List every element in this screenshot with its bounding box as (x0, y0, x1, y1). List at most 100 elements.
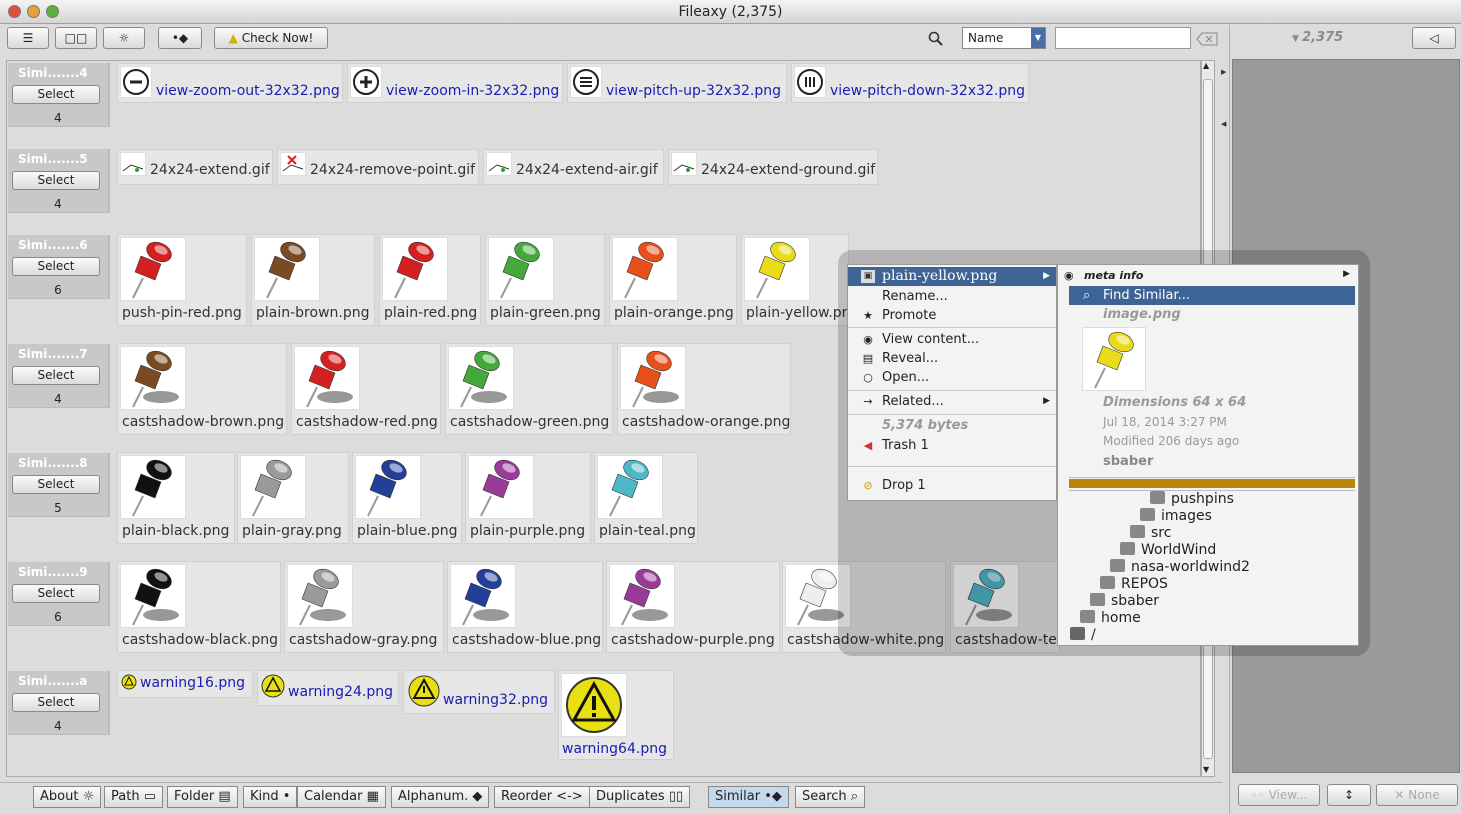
file-item[interactable]: plain-yellow.pn (741, 234, 849, 326)
select-group-button[interactable]: Select (12, 257, 100, 276)
file-item[interactable]: warning32.png (403, 670, 555, 714)
file-item[interactable]: plain-black.png (117, 452, 235, 544)
view-mode-button[interactable]: □□ (55, 27, 97, 49)
zoom-in-icon (350, 66, 382, 98)
tab-about[interactable]: About ☼ (33, 786, 102, 808)
group-count: 4 (54, 719, 62, 733)
find-similar-item[interactable]: ⌕ Find Similar... (1069, 286, 1355, 305)
file-item[interactable]: castshadow-orange.png (617, 343, 791, 435)
file-item[interactable]: plain-blue.png (352, 452, 462, 544)
sort-toggle-button[interactable]: ↕ (1327, 784, 1371, 806)
file-item[interactable]: 24x24-extend.gif (117, 149, 273, 185)
context-menu-header[interactable]: ▣ plain-yellow.png ▶ (848, 267, 1056, 286)
scroll-down-icon[interactable]: ▼ (1203, 765, 1209, 774)
group-title: Simi.......5 (18, 152, 88, 166)
file-item[interactable]: plain-gray.png (237, 452, 349, 544)
file-item[interactable]: castshadow-blue.png (447, 561, 603, 653)
tab-kind[interactable]: Kind • (243, 786, 298, 808)
select-group-button[interactable]: Select (12, 693, 100, 712)
pushpin-preview-icon (1082, 327, 1146, 391)
file-item[interactable]: 24x24-extend-air.gif (483, 149, 664, 185)
folder-icon (1100, 576, 1115, 589)
path-item-sbaber[interactable]: sbaber (1090, 593, 1159, 609)
menu-item-promote[interactable]: ★ Promote (848, 306, 1056, 325)
file-item[interactable]: warning16.png (117, 670, 253, 698)
path-item-nasa-worldwind2[interactable]: nasa-worldwind2 (1110, 559, 1250, 575)
path-item-src[interactable]: src (1130, 525, 1171, 541)
menu-item-reveal[interactable]: ▤ Reveal... (848, 349, 1056, 368)
close-window-button[interactable] (8, 5, 21, 18)
tab-similar[interactable]: Similar •◆ (708, 786, 789, 808)
collapse-pane-button[interactable]: ◁ (1412, 27, 1456, 49)
file-item[interactable]: plain-purple.png (465, 452, 591, 544)
path-item-root[interactable]: / (1070, 627, 1096, 643)
clear-search-icon[interactable] (1196, 32, 1218, 46)
none-button[interactable]: ✕ None (1376, 784, 1458, 806)
menu-item-drop[interactable]: ⊘ Drop 1 (848, 476, 1056, 495)
minimize-window-button[interactable] (27, 5, 40, 18)
file-item[interactable]: castshadow-gray.png (284, 561, 444, 653)
file-item[interactable]: warning24.png (257, 670, 399, 706)
tab-reorder[interactable]: Reorder <-> (494, 786, 590, 808)
file-item[interactable]: 24x24-extend-ground.gif (668, 149, 878, 185)
meta-info-item[interactable]: ◉ meta info (1064, 269, 1143, 282)
file-item[interactable]: castshadow-purple.png (606, 561, 780, 653)
tab-calendar[interactable]: Calendar ▦ (297, 786, 386, 808)
file-item[interactable]: 24x24-remove-point.gif (277, 149, 479, 185)
file-item[interactable]: view-pitch-down-32x32.png (791, 63, 1029, 103)
gear-icon: ☼ (118, 31, 130, 45)
check-now-button[interactable]: ▲ Check Now! (214, 27, 328, 49)
sort-dropdown[interactable]: Name ▼ (962, 27, 1046, 49)
tab-folder[interactable]: Folder ▤ (167, 786, 238, 808)
pushpin-shadow-icon (609, 564, 675, 628)
path-item-worldwind[interactable]: WorldWind (1120, 542, 1216, 558)
file-item[interactable]: view-zoom-out-32x32.png (117, 63, 343, 103)
path-item-repos[interactable]: REPOS (1100, 576, 1168, 592)
select-group-button[interactable]: Select (12, 171, 100, 190)
path-item-home[interactable]: home (1080, 610, 1141, 626)
tab-duplicates[interactable]: Duplicates ▯▯ (589, 786, 691, 808)
menu-item-view-content[interactable]: ◉ View content... (848, 330, 1056, 349)
file-item[interactable]: plain-orange.png (609, 234, 737, 326)
tab-alphanum[interactable]: Alphanum. ◆ (391, 786, 490, 808)
file-item[interactable]: push-pin-red.png (117, 234, 247, 326)
menu-button[interactable]: ☰ (7, 27, 49, 49)
group-title: Simi.......4 (18, 66, 88, 80)
drive-icon: ▭ (143, 789, 156, 804)
file-item[interactable]: castshadow-black.png (117, 561, 281, 653)
warning-icon (561, 673, 627, 737)
tab-search[interactable]: Search ⌕ (795, 786, 866, 808)
file-item[interactable]: view-zoom-in-32x32.png (347, 63, 563, 103)
menu-item-trash[interactable]: ◀ Trash 1 (848, 436, 1056, 455)
file-item[interactable]: plain-brown.png (251, 234, 375, 326)
maximize-window-button[interactable] (46, 5, 59, 18)
file-item[interactable]: castshadow-green.png (445, 343, 613, 435)
search-input[interactable] (1055, 27, 1191, 49)
settings-button[interactable]: ☼ (103, 27, 145, 49)
select-group-button[interactable]: Select (12, 584, 100, 603)
path-item-pushpins[interactable]: pushpins (1150, 491, 1234, 507)
scroll-up-icon[interactable]: ▲ (1203, 61, 1209, 70)
window-title: Fileaxy (2,375) (678, 4, 783, 20)
file-item[interactable]: castshadow-brown.png (117, 343, 287, 435)
file-item[interactable]: view-pitch-up-32x32.png (567, 63, 787, 103)
file-item[interactable]: plain-red.png (379, 234, 481, 326)
drive-icon (1070, 627, 1085, 640)
extend-air-icon (486, 152, 512, 176)
drop-bar[interactable] (1069, 479, 1355, 488)
menu-item-rename[interactable]: Rename... (848, 287, 1056, 306)
path-item-images[interactable]: images (1140, 508, 1212, 524)
file-item[interactable]: castshadow-red.png (291, 343, 441, 435)
tab-path[interactable]: Path ▭ (104, 786, 163, 808)
file-item[interactable]: plain-green.png (485, 234, 605, 326)
select-group-button[interactable]: Select (12, 475, 100, 494)
file-item[interactable]: warning64.png (558, 670, 674, 760)
file-item[interactable]: plain-teal.png (594, 452, 698, 544)
menu-item-related[interactable]: → Related... ▶ (848, 392, 1056, 411)
menu-item-open[interactable]: ○ Open... (848, 368, 1056, 387)
view-button[interactable]: ◦◦ View... (1238, 784, 1320, 806)
folder-icon (1090, 593, 1105, 606)
similar-mode-button[interactable]: •◆ (158, 27, 202, 49)
select-group-button[interactable]: Select (12, 366, 100, 385)
select-group-button[interactable]: Select (12, 85, 100, 104)
